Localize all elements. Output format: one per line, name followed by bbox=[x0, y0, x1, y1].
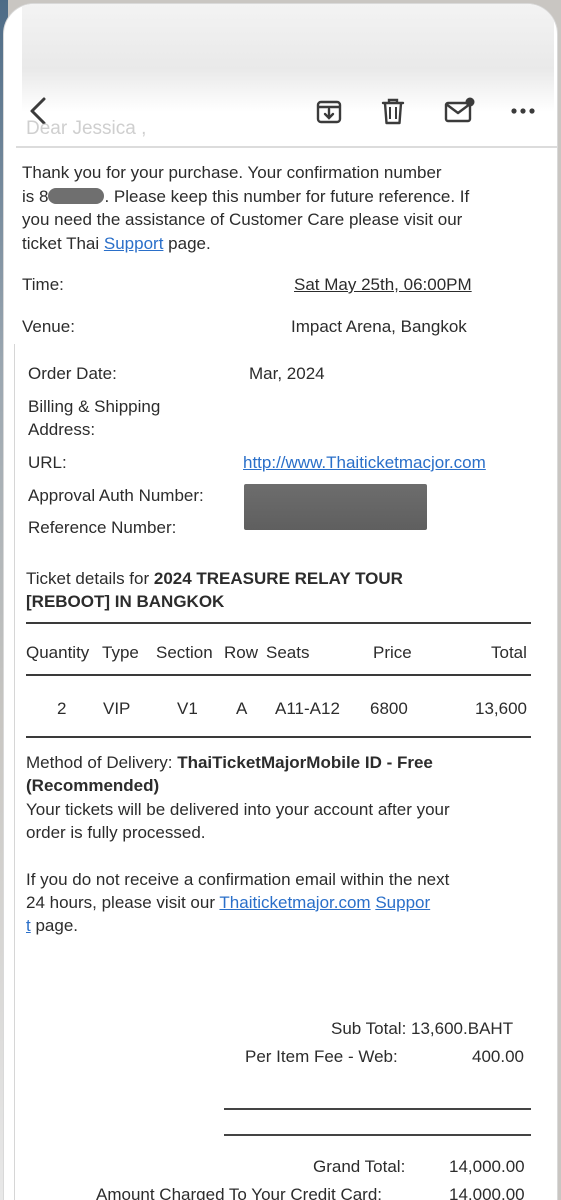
cell-section: V1 bbox=[177, 699, 198, 718]
subtotal: Sub Total: 13,600.BAHT bbox=[331, 1019, 514, 1038]
url-label: URL: bbox=[28, 453, 67, 472]
thaiticketmajor-link[interactable]: Thaiticketmajor.com bbox=[219, 893, 370, 912]
grand-total-label: Grand Total: bbox=[313, 1157, 406, 1176]
footer-text: page. bbox=[30, 916, 78, 935]
delivery-note-2: order is fully processed. bbox=[26, 823, 206, 842]
order-date-value: Mar, 2024 bbox=[249, 364, 325, 383]
totals-rule-1 bbox=[224, 1108, 531, 1110]
delete-button[interactable] bbox=[376, 94, 410, 128]
grand-total-value: 14,000.00 bbox=[449, 1157, 525, 1176]
support-link[interactable]: Support bbox=[104, 234, 164, 253]
more-button[interactable] bbox=[506, 94, 540, 128]
intro-line-2: is 8 . Please keep this number for future… bbox=[22, 185, 469, 209]
time-value: Sat May 25th, 06:00PM bbox=[294, 275, 472, 294]
table-top-rule bbox=[26, 622, 531, 624]
fee-label: Per Item Fee - Web: bbox=[245, 1047, 398, 1066]
trash-icon bbox=[381, 98, 405, 125]
cell-type: VIP bbox=[103, 699, 131, 718]
col-total: Total bbox=[491, 643, 527, 662]
table-border bbox=[14, 344, 15, 1200]
email-card: Dear Jessica , Thank you for your purcha… bbox=[4, 4, 557, 1200]
delivery-line: Method of Delivery: ThaiTicketMajorMobil… bbox=[26, 751, 433, 775]
ticket-details-prefix: Ticket details for bbox=[26, 569, 154, 588]
fee-value: 400.00 bbox=[472, 1047, 524, 1066]
redacted-confirmation-number bbox=[48, 188, 105, 204]
greeting: Dear Jessica , bbox=[26, 118, 147, 139]
totals-rule-2 bbox=[224, 1134, 531, 1136]
intro-line-4: ticket Thai Support page. bbox=[22, 232, 211, 256]
event-name: 2024 TREASURE RELAY TOUR bbox=[153, 569, 403, 588]
intro-text: . Please keep this number for future ref… bbox=[104, 187, 470, 206]
billing-label-2: Address: bbox=[28, 420, 96, 439]
cell-seats: A11-A12 bbox=[275, 699, 340, 718]
url-link[interactable]: http://www.Thaiticketmacjor.com bbox=[243, 451, 486, 475]
footer-note-2: 24 hours, please visit our Thaiticketmaj… bbox=[26, 891, 430, 915]
time-label: Time: bbox=[22, 275, 64, 294]
footer-text: 24 hours, please visit our bbox=[26, 893, 220, 912]
intro-text: page. bbox=[163, 234, 211, 253]
archive-icon bbox=[316, 100, 342, 124]
col-seats: Seats bbox=[266, 643, 310, 662]
charged-label: Amount Charged To Your Credit Card: bbox=[96, 1185, 383, 1200]
table-header-rule bbox=[26, 674, 531, 676]
footer-note-3: t page. bbox=[26, 914, 78, 938]
cell-quantity: 2 bbox=[57, 699, 67, 718]
venue-value: Impact Arena, Bangkok bbox=[291, 317, 467, 336]
intro-line-3: you need the assistance of Customer Care… bbox=[22, 210, 463, 229]
event-name-2: [REBOOT] IN BANGKOK bbox=[26, 592, 225, 611]
cell-total: 13,600 bbox=[475, 699, 527, 718]
charged-value: 14,000.00 bbox=[449, 1185, 525, 1200]
mail-unread-icon bbox=[444, 97, 475, 123]
cell-price: 6800 bbox=[370, 699, 408, 718]
reference-label: Reference Number: bbox=[28, 518, 177, 537]
ticket-details-heading: Ticket details for 2024 TREASURE RELAY T… bbox=[26, 567, 403, 591]
intro-text: ticket Thai bbox=[22, 234, 104, 253]
delivery-note-1: Your tickets will be delivered into your… bbox=[26, 800, 450, 819]
mark-unread-button[interactable] bbox=[442, 94, 476, 128]
support-link-footer[interactable]: Suppor bbox=[375, 893, 430, 912]
order-date-label: Order Date: bbox=[28, 364, 117, 383]
billing-label: Billing & Shipping bbox=[28, 397, 161, 416]
table-bottom-rule bbox=[26, 736, 531, 738]
delivery-label: Method of Delivery: bbox=[26, 753, 178, 772]
archive-button[interactable] bbox=[312, 94, 346, 128]
col-price: Price bbox=[373, 643, 412, 662]
cell-row: A bbox=[236, 699, 248, 718]
redacted-auth-numbers bbox=[244, 484, 427, 530]
approval-label: Approval Auth Number: bbox=[28, 486, 204, 505]
intro-line-1: Thank you for your purchase. Your confir… bbox=[22, 163, 442, 182]
col-type: Type bbox=[102, 643, 139, 662]
more-horizontal-icon bbox=[511, 108, 535, 114]
col-quantity: Quantity bbox=[26, 643, 90, 662]
footer-note-1: If you do not receive a confirmation ema… bbox=[26, 870, 450, 889]
delivery-method: ThaiTicketMajorMobile ID - Free bbox=[177, 753, 433, 772]
toolbar-divider bbox=[16, 146, 557, 148]
col-row: Row bbox=[224, 643, 259, 662]
col-section: Section bbox=[156, 643, 213, 662]
venue-label: Venue: bbox=[22, 317, 75, 336]
intro-text: is 8 bbox=[22, 187, 49, 206]
delivery-method-2: (Recommended) bbox=[26, 776, 160, 795]
